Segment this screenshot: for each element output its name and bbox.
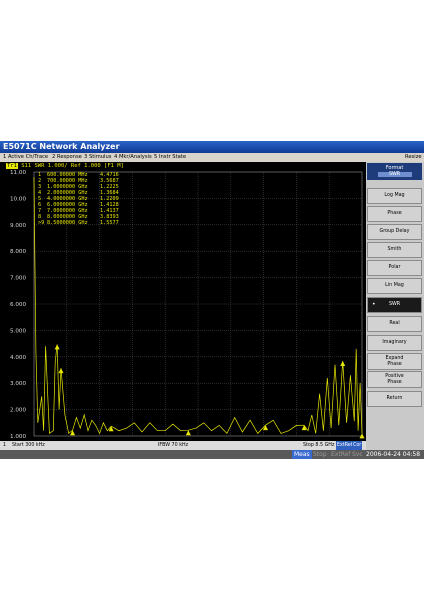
status-stop-indicator: Stop bbox=[313, 451, 327, 458]
softkey-panel: Format SWR Log Mag Phase Group Delay Smith P… bbox=[366, 162, 424, 451]
format-header: Format SWR bbox=[367, 163, 422, 180]
trace-header: Tr1 S11 SWR 1.000/ Ref 1.000 [F1 M] bbox=[0, 162, 366, 171]
softkey-polar[interactable]: Polar bbox=[367, 260, 422, 276]
status-channel: 1 bbox=[3, 443, 7, 448]
status-meas: Meas bbox=[292, 450, 312, 459]
softkey-imaginary[interactable]: Imaginary bbox=[367, 335, 422, 351]
softkey-phase[interactable]: Phase bbox=[367, 206, 422, 222]
softkey-label: Polar bbox=[388, 265, 401, 270]
softkey-lin-mag[interactable]: Lin Mag bbox=[367, 278, 422, 294]
analyzer-window: E5071C Network Analyzer 1 Active Ch/Trac… bbox=[0, 141, 424, 459]
menu-response[interactable]: 2 Response bbox=[52, 153, 82, 162]
softkey-label: Imaginary bbox=[382, 340, 407, 345]
status-start[interactable]: Start 300 kHz bbox=[12, 441, 45, 450]
softkey-label: Phase bbox=[387, 211, 402, 216]
menu-stimulus[interactable]: 3 Stimulus bbox=[84, 153, 112, 162]
softkey-smith[interactable]: Smith bbox=[367, 242, 422, 258]
channel-status-bar: 1 Start 300 kHz IFBW 70 kHz Stop 8.5 GHz… bbox=[0, 441, 366, 450]
status-ifbw[interactable]: IFBW 70 kHz bbox=[158, 441, 188, 450]
softkey-group-delay[interactable]: Group Delay bbox=[367, 224, 422, 240]
softkey-label: Real bbox=[389, 321, 400, 326]
instrument-status-bar: Meas Stop ExtRef Svc 2006-04-24 04:58 bbox=[0, 450, 424, 459]
softkey-label: Group Delay bbox=[379, 229, 410, 234]
softkey-real[interactable]: Real bbox=[367, 316, 422, 332]
softkey-label: Return bbox=[386, 396, 403, 401]
window-title: E5071C Network Analyzer bbox=[0, 141, 424, 153]
status-datetime: 2006-04-24 04:58 bbox=[366, 451, 421, 458]
status-svc: Svc bbox=[352, 451, 363, 458]
softkey-label: Log Mag bbox=[384, 193, 405, 198]
softkey-label: Expand Phase bbox=[385, 355, 404, 367]
softkey-swr[interactable]: • SWR bbox=[367, 297, 422, 313]
plot-area bbox=[0, 162, 366, 451]
menu-bar: 1 Active Ch/Trace 2 Response 3 Stimulus … bbox=[0, 153, 424, 162]
trace-tag[interactable]: Tr1 bbox=[6, 163, 18, 169]
format-title: Format bbox=[385, 165, 404, 171]
menu-active-ch[interactable]: 1 Active Ch/Trace bbox=[3, 153, 48, 162]
status-stop[interactable]: Stop 8.5 GHz bbox=[303, 441, 334, 450]
softkey-label: Positive Phase bbox=[385, 373, 404, 385]
menu-instr-state[interactable]: 5 Instr State bbox=[154, 153, 186, 162]
softkey-label: SWR bbox=[388, 302, 401, 307]
softkey-return[interactable]: Return bbox=[367, 391, 422, 407]
menu-resize[interactable]: Resize bbox=[405, 153, 422, 162]
softkey-positive-phase[interactable]: Positive Phase bbox=[367, 371, 422, 388]
format-value: SWR bbox=[377, 172, 412, 177]
status-cor: Cor bbox=[352, 441, 363, 450]
status-extref-indicator: ExtRef bbox=[331, 451, 351, 458]
softkey-log-mag[interactable]: Log Mag bbox=[367, 188, 422, 204]
softkey-label: Smith bbox=[387, 247, 402, 252]
softkey-label: Lin Mag bbox=[385, 283, 404, 288]
trace-label: S11 SWR 1.000/ Ref 1.000 [F1 M] bbox=[21, 163, 124, 169]
menu-mkr-analysis[interactable]: 4 Mkr/Analysis bbox=[114, 153, 152, 162]
status-extref: ExtRef bbox=[336, 441, 354, 450]
softkey-expand-phase[interactable]: Expand Phase bbox=[367, 353, 422, 370]
selected-dot-icon: • bbox=[372, 301, 376, 308]
